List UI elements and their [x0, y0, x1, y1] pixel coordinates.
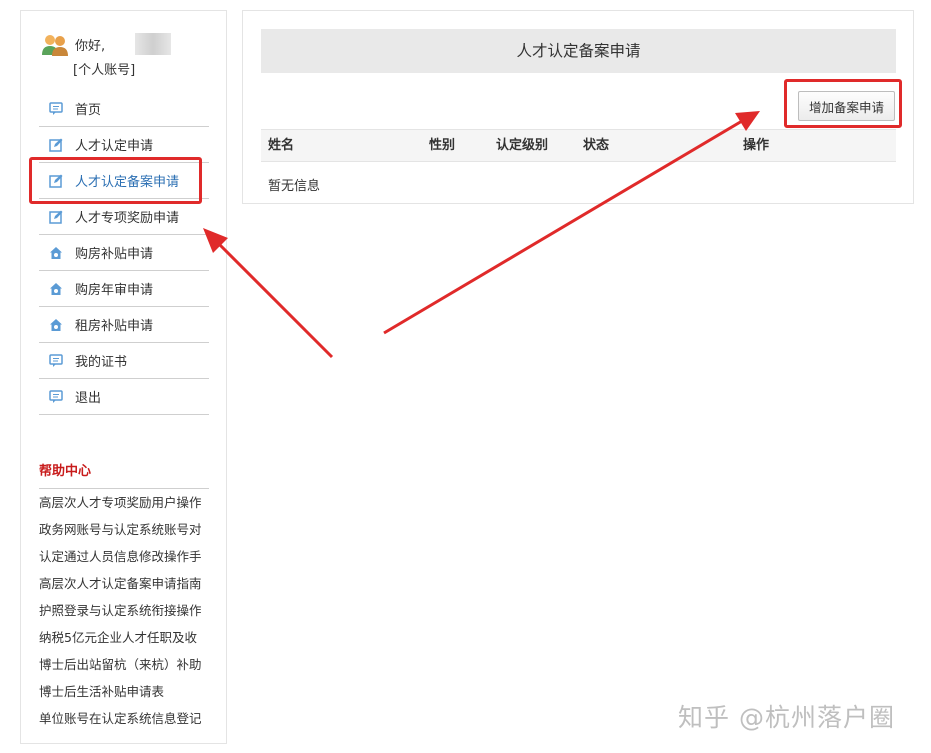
watermark: 知乎 @杭州落户圈 — [678, 703, 895, 732]
arrow-to-nav — [203, 228, 334, 359]
arrow-to-button — [383, 111, 760, 335]
annotation-arrows — [203, 111, 760, 359]
